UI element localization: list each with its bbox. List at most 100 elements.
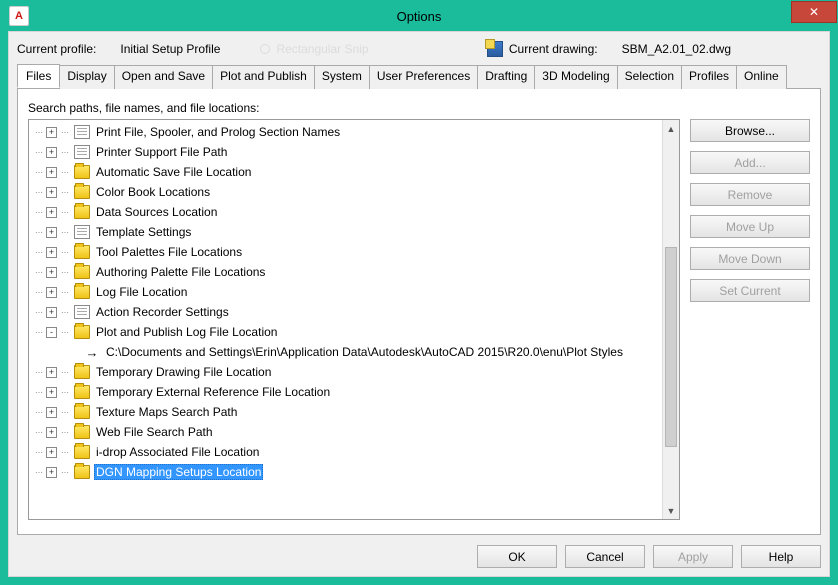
tree-node[interactable]: ⋯+⋯Tool Palettes File Locations xyxy=(29,242,662,262)
tab-system[interactable]: System xyxy=(314,65,370,89)
tree-view[interactable]: ⋯+⋯Print File, Spooler, and Prolog Secti… xyxy=(29,120,662,519)
folder-icon xyxy=(74,385,90,399)
help-button[interactable]: Help xyxy=(741,545,821,568)
move-down-button[interactable]: Move Down xyxy=(690,247,810,270)
tab-3d-modeling[interactable]: 3D Modeling xyxy=(534,65,617,89)
tree-node-label: Printer Support File Path xyxy=(94,144,229,160)
expand-toggle[interactable]: + xyxy=(46,267,57,278)
tree-node[interactable]: ⋯+⋯Temporary External Reference File Loc… xyxy=(29,382,662,402)
tree-node-label: Authoring Palette File Locations xyxy=(94,264,267,280)
snip-text: Rectangular Snip xyxy=(276,42,368,56)
tab-user-preferences[interactable]: User Preferences xyxy=(369,65,478,89)
tree-node[interactable]: ⋯+⋯Web File Search Path xyxy=(29,422,662,442)
snip-dot-icon xyxy=(260,44,270,54)
tree-node-label: Log File Location xyxy=(94,284,189,300)
document-icon xyxy=(74,225,90,239)
expand-toggle[interactable]: + xyxy=(46,367,57,378)
tree-node[interactable]: ⋯+⋯Automatic Save File Location xyxy=(29,162,662,182)
tree-node-label: Temporary Drawing File Location xyxy=(94,364,273,380)
tree-node[interactable]: ⋯+⋯Printer Support File Path xyxy=(29,142,662,162)
document-icon xyxy=(74,125,90,139)
folder-icon xyxy=(74,285,90,299)
folder-icon xyxy=(74,185,90,199)
move-up-button[interactable]: Move Up xyxy=(690,215,810,238)
profile-row: Current profile: Initial Setup Profile R… xyxy=(17,38,821,60)
folder-icon xyxy=(74,165,90,179)
tree-node[interactable]: ⋯+⋯Color Book Locations xyxy=(29,182,662,202)
ok-button[interactable]: OK xyxy=(477,545,557,568)
tree-node-label: Web File Search Path xyxy=(94,424,215,440)
tree-node[interactable]: ⋯-⋯Plot and Publish Log File Location xyxy=(29,322,662,342)
expand-toggle[interactable]: + xyxy=(46,147,57,158)
tree-node[interactable]: ⋯+⋯Temporary Drawing File Location xyxy=(29,362,662,382)
folder-icon xyxy=(74,365,90,379)
tree-node[interactable]: ⋯+⋯Log File Location xyxy=(29,282,662,302)
side-button-column: Browse... Add... Remove Move Up Move Down Set… xyxy=(690,119,810,520)
set-current-button[interactable]: Set Current xyxy=(690,279,810,302)
files-tab-panel: Search paths, file names, and file locat… xyxy=(17,88,821,535)
tree-node[interactable]: ⋯+⋯DGN Mapping Setups Location xyxy=(29,462,662,482)
client-area: Current profile: Initial Setup Profile R… xyxy=(8,31,830,577)
expand-toggle[interactable]: + xyxy=(46,467,57,478)
snip-watermark: Rectangular Snip xyxy=(260,42,368,56)
folder-icon xyxy=(74,465,90,479)
scroll-down-arrow[interactable]: ▼ xyxy=(663,502,679,519)
scroll-track[interactable] xyxy=(663,137,679,502)
search-paths-label: Search paths, file names, and file locat… xyxy=(28,101,810,115)
tree-node-label: Temporary External Reference File Locati… xyxy=(94,384,332,400)
expand-toggle[interactable]: + xyxy=(46,207,57,218)
folder-icon xyxy=(74,245,90,259)
folder-icon xyxy=(74,325,90,339)
folder-icon xyxy=(74,445,90,459)
folder-icon xyxy=(74,265,90,279)
add-button[interactable]: Add... xyxy=(690,151,810,174)
expand-toggle[interactable]: + xyxy=(46,167,57,178)
scroll-up-arrow[interactable]: ▲ xyxy=(663,120,679,137)
tree-node-label: i-drop Associated File Location xyxy=(94,444,261,460)
browse-button[interactable]: Browse... xyxy=(690,119,810,142)
expand-toggle[interactable]: + xyxy=(46,447,57,458)
tab-drafting[interactable]: Drafting xyxy=(477,65,535,89)
apply-button[interactable]: Apply xyxy=(653,545,733,568)
tab-files[interactable]: Files xyxy=(17,64,60,88)
tree-node-label: Texture Maps Search Path xyxy=(94,404,239,420)
path-arrow-icon: → xyxy=(84,345,100,359)
tab-plot-and-publish[interactable]: Plot and Publish xyxy=(212,65,315,89)
scrollbar[interactable]: ▲ ▼ xyxy=(662,120,679,519)
expand-toggle[interactable]: + xyxy=(46,407,57,418)
tree-node[interactable]: ⋯+⋯Print File, Spooler, and Prolog Secti… xyxy=(29,122,662,142)
tree-node[interactable]: ⋯+⋯i-drop Associated File Location xyxy=(29,442,662,462)
tree-node[interactable]: ⋯+⋯Template Settings xyxy=(29,222,662,242)
expand-toggle[interactable]: + xyxy=(46,187,57,198)
titlebar: A Options ✕ xyxy=(1,1,837,31)
dialog-button-row: OK Cancel Apply Help xyxy=(17,545,821,568)
expand-toggle[interactable]: + xyxy=(46,247,57,258)
tab-profiles[interactable]: Profiles xyxy=(681,65,737,89)
options-window: A Options ✕ Current profile: Initial Set… xyxy=(0,0,838,585)
tree-node[interactable]: ⋯+⋯Authoring Palette File Locations xyxy=(29,262,662,282)
tree-node-label: Action Recorder Settings xyxy=(94,304,231,320)
tree-node-label: Plot and Publish Log File Location xyxy=(94,324,279,340)
tab-open-and-save[interactable]: Open and Save xyxy=(114,65,213,89)
expand-toggle[interactable]: + xyxy=(46,387,57,398)
expand-toggle[interactable]: + xyxy=(46,127,57,138)
remove-button[interactable]: Remove xyxy=(690,183,810,206)
scroll-thumb[interactable] xyxy=(665,247,677,448)
expand-toggle[interactable]: + xyxy=(46,227,57,238)
tab-online[interactable]: Online xyxy=(736,65,787,89)
drawing-icon xyxy=(487,41,503,57)
expand-toggle[interactable]: + xyxy=(46,287,57,298)
tab-strip: FilesDisplayOpen and SavePlot and Publis… xyxy=(17,64,821,88)
drawing-label: Current drawing: xyxy=(509,42,598,56)
tab-selection[interactable]: Selection xyxy=(617,65,682,89)
tree-node-label: DGN Mapping Setups Location xyxy=(94,464,263,480)
expand-toggle[interactable]: + xyxy=(46,427,57,438)
tree-node[interactable]: ⋯+⋯Data Sources Location xyxy=(29,202,662,222)
tab-display[interactable]: Display xyxy=(59,65,114,89)
tree-node[interactable]: ⋯+⋯Texture Maps Search Path xyxy=(29,402,662,422)
expand-toggle[interactable]: + xyxy=(46,307,57,318)
collapse-toggle[interactable]: - xyxy=(46,327,57,338)
tree-node[interactable]: →C:\Documents and Settings\Erin\Applicat… xyxy=(29,342,662,362)
tree-node[interactable]: ⋯+⋯Action Recorder Settings xyxy=(29,302,662,322)
cancel-button[interactable]: Cancel xyxy=(565,545,645,568)
